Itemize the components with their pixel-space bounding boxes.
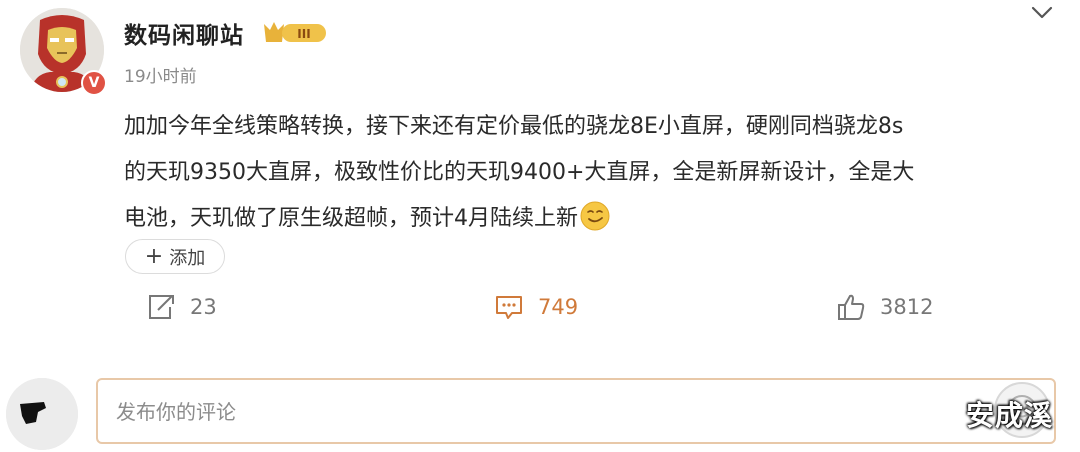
post-line: 电池，天玑做了原生级超帧，预计4月陆续上新 <box>124 196 1054 242</box>
like-count: 3812 <box>880 295 934 319</box>
level-badge-text: III <box>297 27 310 41</box>
post-text: 加加今年全线策略转换，接下来还有定价最低的骁龙8E小直屏，硬刚同档骁龙8s 的天… <box>124 104 1054 242</box>
comment-icon <box>496 296 522 319</box>
comment-count: 749 <box>538 295 579 319</box>
comment-button[interactable]: 749 <box>494 290 578 324</box>
user-avatar-icon <box>6 378 78 450</box>
repost-count: 23 <box>190 295 217 319</box>
level-crown-badge-icon: III <box>264 22 326 42</box>
like-button[interactable]: 3812 <box>836 290 933 324</box>
author-name[interactable]: 数码闲聊站 <box>124 16 244 50</box>
repost-icon <box>149 295 174 319</box>
comment-composer <box>96 378 1056 444</box>
plus-icon: + <box>144 243 164 269</box>
add-tag-button[interactable]: + 添加 <box>125 239 225 274</box>
repost-button[interactable]: 23 <box>146 290 217 324</box>
add-tag-label: 添加 <box>169 247 206 269</box>
like-icon <box>838 294 865 320</box>
post-line: 加加今年全线策略转换，接下来还有定价最低的骁龙8E小直屏，硬刚同档骁龙8s <box>124 114 904 139</box>
post-line-text: 电池，天玑做了原生级超帧，预计4月陆续上新 <box>124 206 578 231</box>
comment-input[interactable] <box>116 394 976 430</box>
watermark: 安成溪 <box>966 399 1054 432</box>
post-time: 19小时前 <box>124 67 197 87</box>
chevron-down-icon[interactable] <box>1030 4 1054 22</box>
my-avatar[interactable] <box>6 378 78 450</box>
verified-badge: V <box>81 70 107 96</box>
smirk-emoji-icon <box>580 201 610 231</box>
post-line: 的天玑9350大直屏，极致性价比的天玑9400+大直屏，全是新屏新设计，全是大 <box>124 160 915 185</box>
